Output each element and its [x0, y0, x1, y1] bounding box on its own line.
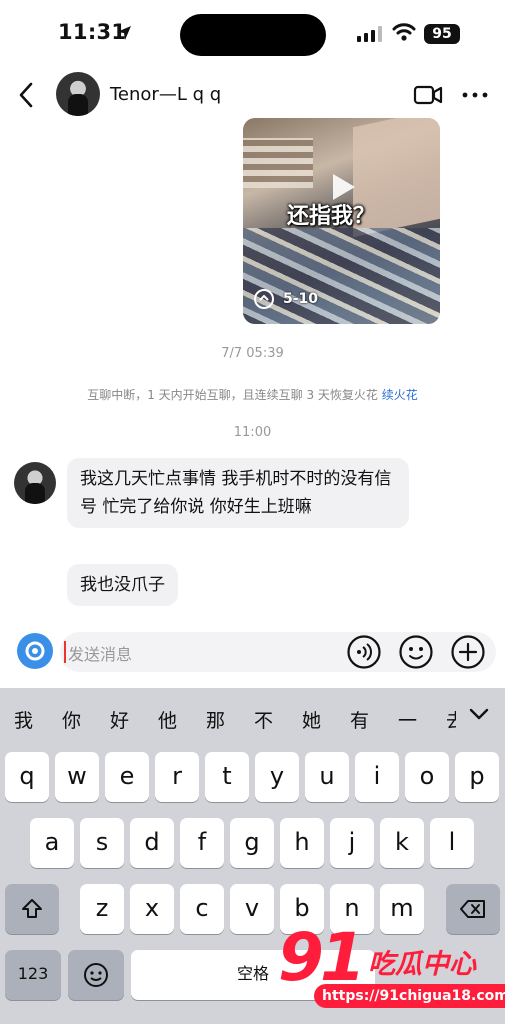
- video-thumbnail-detail: [243, 138, 313, 188]
- dynamic-island: [180, 14, 326, 56]
- candidate-bar: 我 你 好 他 那 不 她 有 一 去: [0, 688, 505, 744]
- key-a[interactable]: a: [30, 818, 74, 868]
- key-w[interactable]: w: [55, 752, 99, 802]
- chat-area: 还指我？ 5-10 7/7 05:39 互聊中断，1 天内开始互聊，且连续互聊 …: [0, 118, 505, 624]
- key-c[interactable]: c: [180, 884, 224, 934]
- key-q[interactable]: q: [5, 752, 49, 802]
- text-cursor: [64, 641, 66, 663]
- candidate-word[interactable]: 她: [302, 706, 321, 733]
- video-caption: 还指我？: [287, 204, 376, 229]
- message-input-bar: 发送消息: [0, 626, 505, 684]
- shift-icon: [22, 899, 42, 918]
- heart-count-icon: [254, 289, 274, 309]
- key-d[interactable]: d: [130, 818, 174, 868]
- streak-notice: 互聊中断，1 天内开始互聊，且连续互聊 3 天恢复火花 续火花: [0, 386, 505, 403]
- sender-avatar[interactable]: [14, 462, 56, 504]
- candidate-word[interactable]: 我: [14, 706, 33, 733]
- battery-indicator: 95: [424, 24, 460, 44]
- key-g[interactable]: g: [230, 818, 274, 868]
- back-arrow-icon[interactable]: [14, 80, 40, 110]
- status-bar: 11:31 95: [0, 0, 505, 64]
- key-o[interactable]: o: [405, 752, 449, 802]
- key-h[interactable]: h: [280, 818, 324, 868]
- key-j[interactable]: j: [330, 818, 374, 868]
- key-f[interactable]: f: [180, 818, 224, 868]
- camera-icon[interactable]: [16, 632, 54, 670]
- signal-icon: [357, 26, 382, 42]
- candidate-word[interactable]: 那: [206, 706, 225, 733]
- watermark-text: 吃瓜中心: [368, 949, 476, 980]
- emoji-key[interactable]: [68, 950, 124, 1000]
- message-bubble[interactable]: 我也没爪子: [67, 564, 178, 606]
- key-r[interactable]: r: [155, 752, 199, 802]
- expand-candidates-icon[interactable]: [468, 706, 490, 722]
- key-v[interactable]: v: [230, 884, 274, 934]
- shared-video-card[interactable]: 还指我？ 5-10: [243, 118, 440, 324]
- key-z[interactable]: z: [80, 884, 124, 934]
- emoji-icon[interactable]: [398, 634, 434, 670]
- candidate-word[interactable]: 一: [398, 706, 417, 733]
- timestamp: 7/7 05:39: [221, 346, 284, 361]
- plus-icon[interactable]: [450, 634, 486, 670]
- contact-name[interactable]: Tenor—L q q: [110, 84, 221, 105]
- more-options-icon[interactable]: [460, 86, 490, 104]
- emoji-icon: [84, 963, 108, 987]
- backspace-icon: [460, 900, 485, 918]
- key-s[interactable]: s: [80, 818, 124, 868]
- video-call-icon[interactable]: [413, 84, 443, 106]
- key-t[interactable]: t: [205, 752, 249, 802]
- continue-streak-link[interactable]: 续火花: [382, 388, 418, 402]
- video-count: 5-10: [283, 291, 319, 307]
- location-arrow-icon: [117, 26, 131, 40]
- candidate-word[interactable]: 他: [158, 706, 177, 733]
- voice-icon[interactable]: [346, 634, 382, 670]
- key-u[interactable]: u: [305, 752, 349, 802]
- chat-header: Tenor—L q q: [0, 68, 505, 124]
- candidate-word[interactable]: 好: [110, 706, 129, 733]
- key-i[interactable]: i: [355, 752, 399, 802]
- shift-key[interactable]: [5, 884, 59, 934]
- key-e[interactable]: e: [105, 752, 149, 802]
- candidate-word[interactable]: 去: [446, 706, 456, 733]
- key-p[interactable]: p: [455, 752, 499, 802]
- watermark-logo: 91 吃瓜中心 https://91chigua18.com: [278, 922, 505, 1014]
- streak-notice-text: 互聊中断，1 天内开始互聊，且连续互聊 3 天恢复火花: [87, 388, 378, 402]
- candidate-word[interactable]: 有: [350, 706, 369, 733]
- candidate-word[interactable]: 你: [62, 706, 81, 733]
- wifi-icon: [392, 23, 416, 41]
- timestamp: 11:00: [233, 425, 272, 440]
- numbers-key[interactable]: 123: [5, 950, 61, 1000]
- key-x[interactable]: x: [130, 884, 174, 934]
- message-bubble[interactable]: 我这几天忙点事情 我手机时不时的没有信号 忙完了给你说 你好生上班嘛: [67, 458, 409, 528]
- candidate-word[interactable]: 不: [254, 706, 273, 733]
- contact-avatar[interactable]: [56, 72, 100, 116]
- message-input-placeholder: 发送消息: [68, 645, 133, 664]
- key-y[interactable]: y: [255, 752, 299, 802]
- key-k[interactable]: k: [380, 818, 424, 868]
- watermark-url: https://91chigua18.com: [314, 984, 505, 1008]
- key-l[interactable]: l: [430, 818, 474, 868]
